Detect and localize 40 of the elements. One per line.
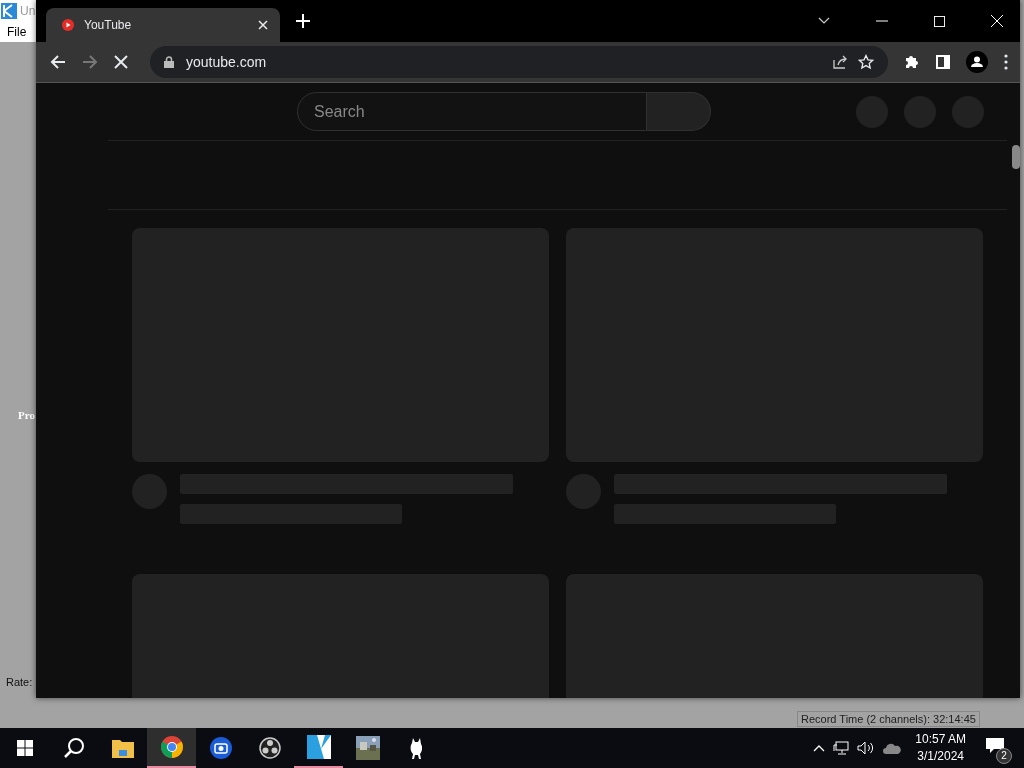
puzzle-piece-icon[interactable] [904,54,920,70]
camera-icon [209,737,232,759]
favicon-icon [60,17,76,33]
chevron-up-icon[interactable] [813,744,826,752]
tab-search-icon[interactable] [818,17,830,25]
cloud-icon[interactable] [883,742,902,754]
share-icon[interactable] [832,54,848,70]
stop-loading-icon[interactable] [114,55,128,69]
speaker-icon[interactable] [857,741,876,755]
browser-logo-icon [160,736,183,758]
panel-label: Pro [18,409,35,421]
more-menu-icon[interactable] [1004,54,1008,70]
forward-arrow-icon[interactable] [82,54,98,70]
clock-date[interactable]: 3/1/2024 [917,748,964,765]
close-icon[interactable] [991,15,1003,27]
taskbar-app[interactable] [147,728,196,768]
browser-tab[interactable]: YouTube [46,8,280,42]
profile-icon[interactable] [966,51,988,73]
search-icon [62,737,85,759]
window-title: Un [20,4,36,18]
address-bar[interactable]: youtube.com [150,46,888,78]
lock-icon [164,56,174,68]
search-field[interactable]: Search [297,92,647,131]
circle-logo-icon [258,737,281,759]
star-icon[interactable] [858,54,874,70]
film-logo-icon [306,735,331,759]
new-tab-icon[interactable] [296,14,310,28]
maximize-icon[interactable] [934,15,945,27]
back-arrow-icon[interactable] [50,54,66,70]
side-panel-icon[interactable] [936,55,950,69]
network-icon[interactable] [833,741,850,755]
url-text: youtube.com [186,54,267,70]
rate-label: Rate: [6,676,33,688]
folder-icon [111,738,134,758]
scrollbar-thumb[interactable] [1012,145,1020,169]
record-time-status: Record Time (2 channels): 32:14:45 [797,711,980,727]
windows-logo-icon [16,740,33,756]
notification-count: 2 [996,748,1012,764]
clock-time[interactable]: 10:57 AM [915,731,966,748]
close-tab-icon[interactable] [258,20,268,30]
